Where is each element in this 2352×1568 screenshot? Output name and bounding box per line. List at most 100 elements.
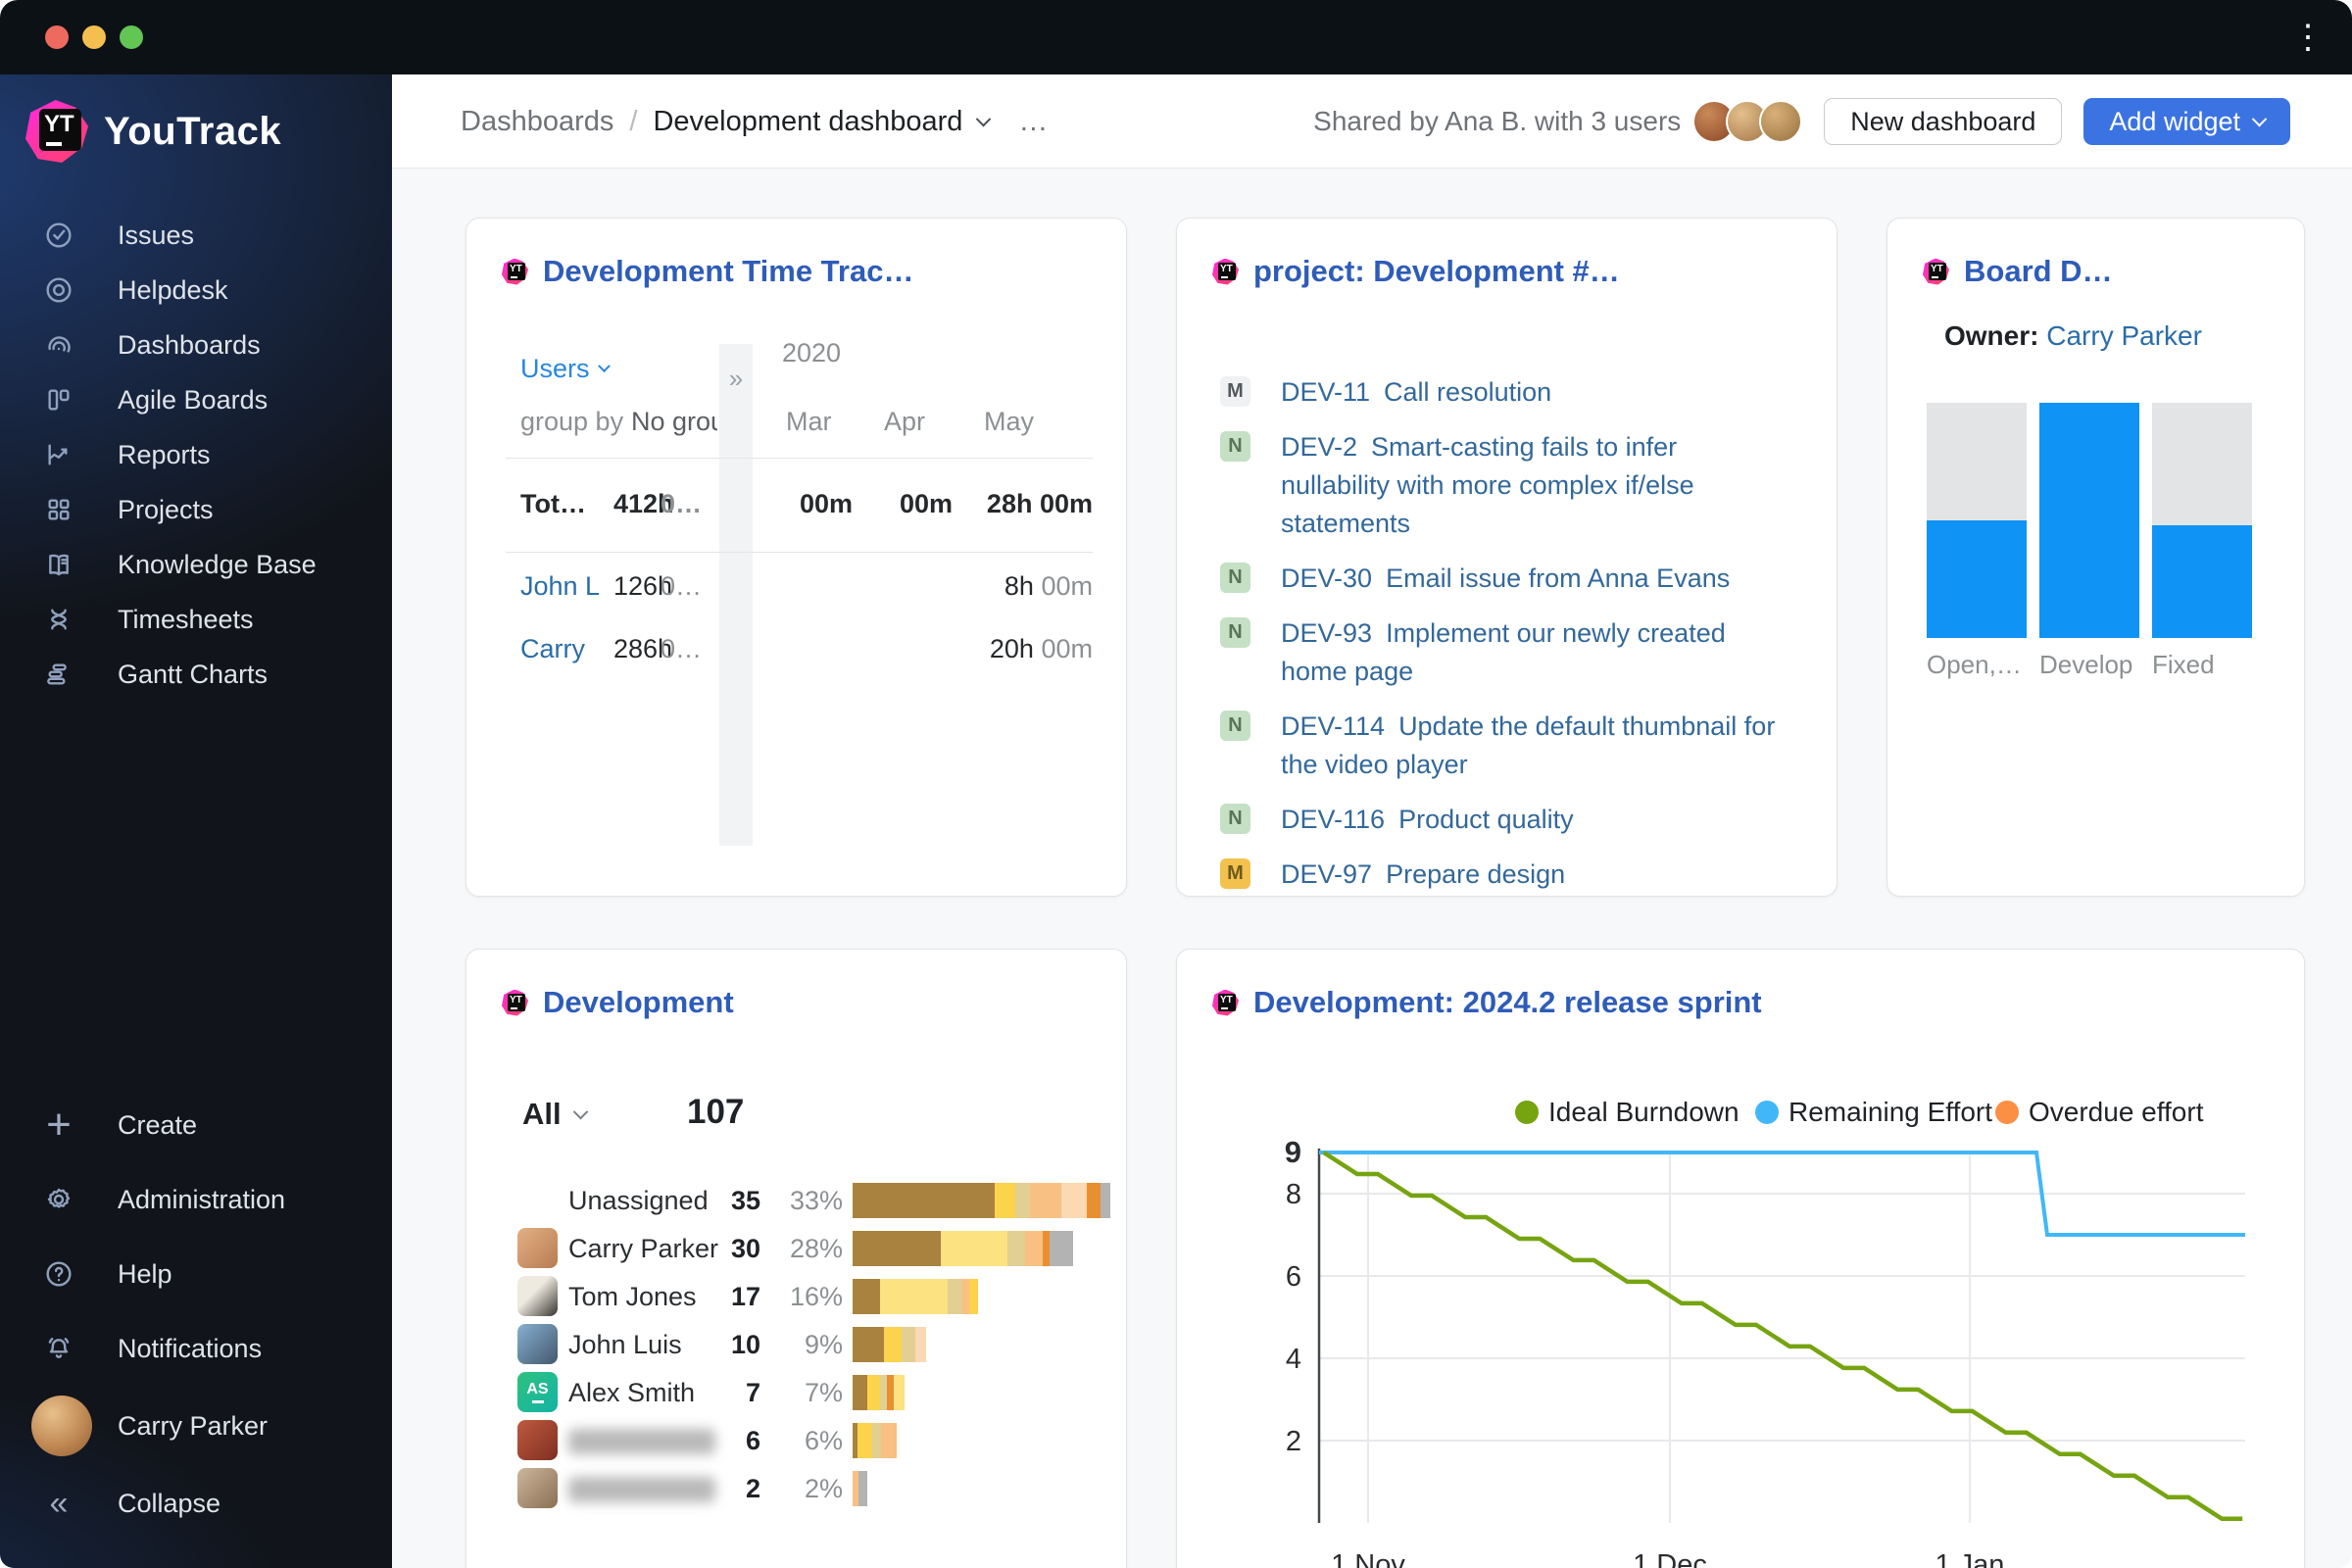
board-bar-fixed [2152,403,2252,638]
sidebar-item-knowledge-base[interactable]: Knowledge Base [0,537,392,592]
shared-avatars[interactable] [1692,100,1803,143]
sidebar-item-profile[interactable]: Carry Parker [0,1386,392,1466]
month-header: May [984,407,1035,436]
assignee-row-john-luis[interactable]: John Luis 10 9% [466,1321,1128,1369]
window-titlebar: ⋮ [0,0,2352,74]
breadcrumb-dashboards[interactable]: Dashboards [461,106,613,138]
sidebar-item-reports[interactable]: Reports [0,427,392,482]
app-window: ⋮ YT YouTrack Issues Helpdesk Dashboards Ag… [0,0,2352,1568]
issue-row-dev-2[interactable]: N DEV-2 Smart-casting fails to infer nulla… [1220,428,1783,543]
user-link[interactable]: John L [520,571,600,602]
widget-title[interactable]: Development Time Trac… [543,254,913,289]
bell-icon [43,1333,74,1364]
question-circle-icon [43,1258,74,1290]
issue-id[interactable]: DEV-93 [1281,618,1372,648]
sidebar-item-agile-boards[interactable]: Agile Boards [0,372,392,427]
window-minimize-button[interactable] [82,25,106,49]
issue-type-badge: N [1220,563,1250,593]
sidebar-item-helpdesk[interactable]: Helpdesk [0,263,392,318]
widget-title[interactable]: project: Development #… [1253,254,1620,289]
shared-by-text: Shared by Ana B. with 3 users [1313,106,1682,136]
user-name: Carry Parker [118,1410,269,1441]
board-bar-open [1927,403,2027,638]
gauge-icon [43,329,74,361]
widget-title[interactable]: Development [543,985,734,1020]
issue-type-badge: M [1220,858,1250,889]
window-zoom-button[interactable] [120,25,143,49]
issue-row-dev-116[interactable]: N DEV-116 Product quality [1220,801,1783,839]
sidebar-item-issues[interactable]: Issues [0,208,392,263]
issue-summary[interactable]: Prepare design [1386,859,1565,889]
collapse-icon: « [49,1484,69,1522]
issue-row-dev-114[interactable]: N DEV-114 Update the default thumbnail for… [1220,708,1783,784]
assignee-row[interactable]: 6 6% [466,1417,1128,1465]
avatar [1759,100,1803,143]
new-dashboard-button[interactable]: New dashboard [1824,98,2063,145]
user-link[interactable]: Carry [520,634,585,664]
issue-id[interactable]: DEV-116 [1281,805,1385,834]
assignee-row-tom-jones[interactable]: Tom Jones 17 16% [466,1273,1128,1321]
users-dropdown[interactable]: Users [520,354,611,384]
add-widget-button[interactable]: Add widget [2083,98,2290,145]
issue-summary[interactable]: Call resolution [1384,377,1551,407]
lifebuoy-icon [43,274,74,306]
assignee-bar [853,1327,927,1362]
issue-row-dev-97[interactable]: M DEV-97 Prepare design [1220,856,1783,894]
grid-icon [43,494,74,525]
issue-row-dev-93[interactable]: N DEV-93 Implement our newly created home … [1220,614,1783,691]
window-menu-icon[interactable]: ⋮ [2291,14,2325,61]
assignee-row-carry-parker[interactable]: Carry Parker 30 28% [466,1225,1128,1273]
breadcrumb: Dashboards / Development dashboard … [461,105,1051,138]
sidebar-item-timesheets[interactable]: Timesheets [0,592,392,647]
sidebar-item-projects[interactable]: Projects [0,482,392,537]
issue-row-dev-30[interactable]: N DEV-30 Email issue from Anna Evans [1220,560,1783,598]
assignee-percent: 7% [804,1378,843,1407]
issue-id[interactable]: DEV-11 [1281,377,1370,407]
widget-burndown: YT Development: 2024.2 release sprint Id… [1176,949,2305,1568]
widget-board: YT Board D… Owner: Carry Parker Open,… De… [1886,218,2305,897]
issue-id[interactable]: DEV-114 [1281,711,1385,741]
issue-id[interactable]: DEV-2 [1281,432,1357,462]
more-options-icon[interactable]: … [1018,105,1050,138]
sidebar-item-dashboards[interactable]: Dashboards [0,318,392,372]
widget-icon: YT [502,258,528,285]
svg-text:8: 8 [1286,1179,1301,1210]
issue-id[interactable]: DEV-97 [1281,859,1372,889]
assignee-row[interactable]: 2 2% [466,1465,1128,1513]
group-by-value[interactable]: No grou [631,407,717,437]
board-icon [43,384,74,416]
window-close-button[interactable] [45,25,69,49]
issue-id[interactable]: DEV-30 [1281,564,1372,593]
book-icon [43,549,74,580]
svg-text:2: 2 [1286,1426,1301,1457]
assignee-row-alex-smith[interactable]: AS Alex Smith 7 7% [466,1369,1128,1417]
sidebar-item-gantt-charts[interactable]: Gantt Charts [0,647,392,702]
svg-text:1 Dec: 1 Dec [1633,1549,1707,1568]
widget-title[interactable]: Board D… [1964,254,2113,289]
sidebar-item-collapse[interactable]: « Collapse [0,1466,392,1541]
svg-text:4: 4 [1286,1344,1301,1375]
youtrack-logo[interactable]: YT YouTrack [25,100,281,163]
sidebar-item-create[interactable]: + Create [0,1088,392,1162]
total-mar: 00m [799,489,853,518]
sidebar-nav: Issues Helpdesk Dashboards Agile Boards Repo… [0,208,392,702]
sidebar-item-help[interactable]: Help [0,1237,392,1311]
widget-project-issues: YT project: Development #… M DEV-11 Call r… [1176,218,1838,897]
chevron-down-icon[interactable] [976,111,992,126]
issue-summary[interactable]: Product quality [1398,805,1574,834]
total-label: Tot… [520,489,586,518]
gear-icon [43,1184,74,1215]
check-circle-icon [43,220,74,251]
youtrack-logo-icon: YT [25,100,88,163]
expand-columns-control[interactable]: » [719,344,753,846]
month-header: Apr [884,407,926,436]
issue-summary[interactable]: Email issue from Anna Evans [1386,564,1730,593]
board-bar-chart [1927,403,2260,638]
assignee-list: Unassigned 35 33% Carry Parker 30 28% To… [466,1177,1128,1513]
filter-dropdown[interactable]: All [522,1097,588,1132]
sidebar-item-notifications[interactable]: Notifications [0,1311,392,1386]
issue-row-dev-11[interactable]: M DEV-11 Call resolution [1220,373,1783,412]
owner-link[interactable]: Carry Parker [2046,320,2202,351]
assignee-row-unassigned[interactable]: Unassigned 35 33% [466,1177,1128,1225]
sidebar-item-administration[interactable]: Administration [0,1162,392,1237]
